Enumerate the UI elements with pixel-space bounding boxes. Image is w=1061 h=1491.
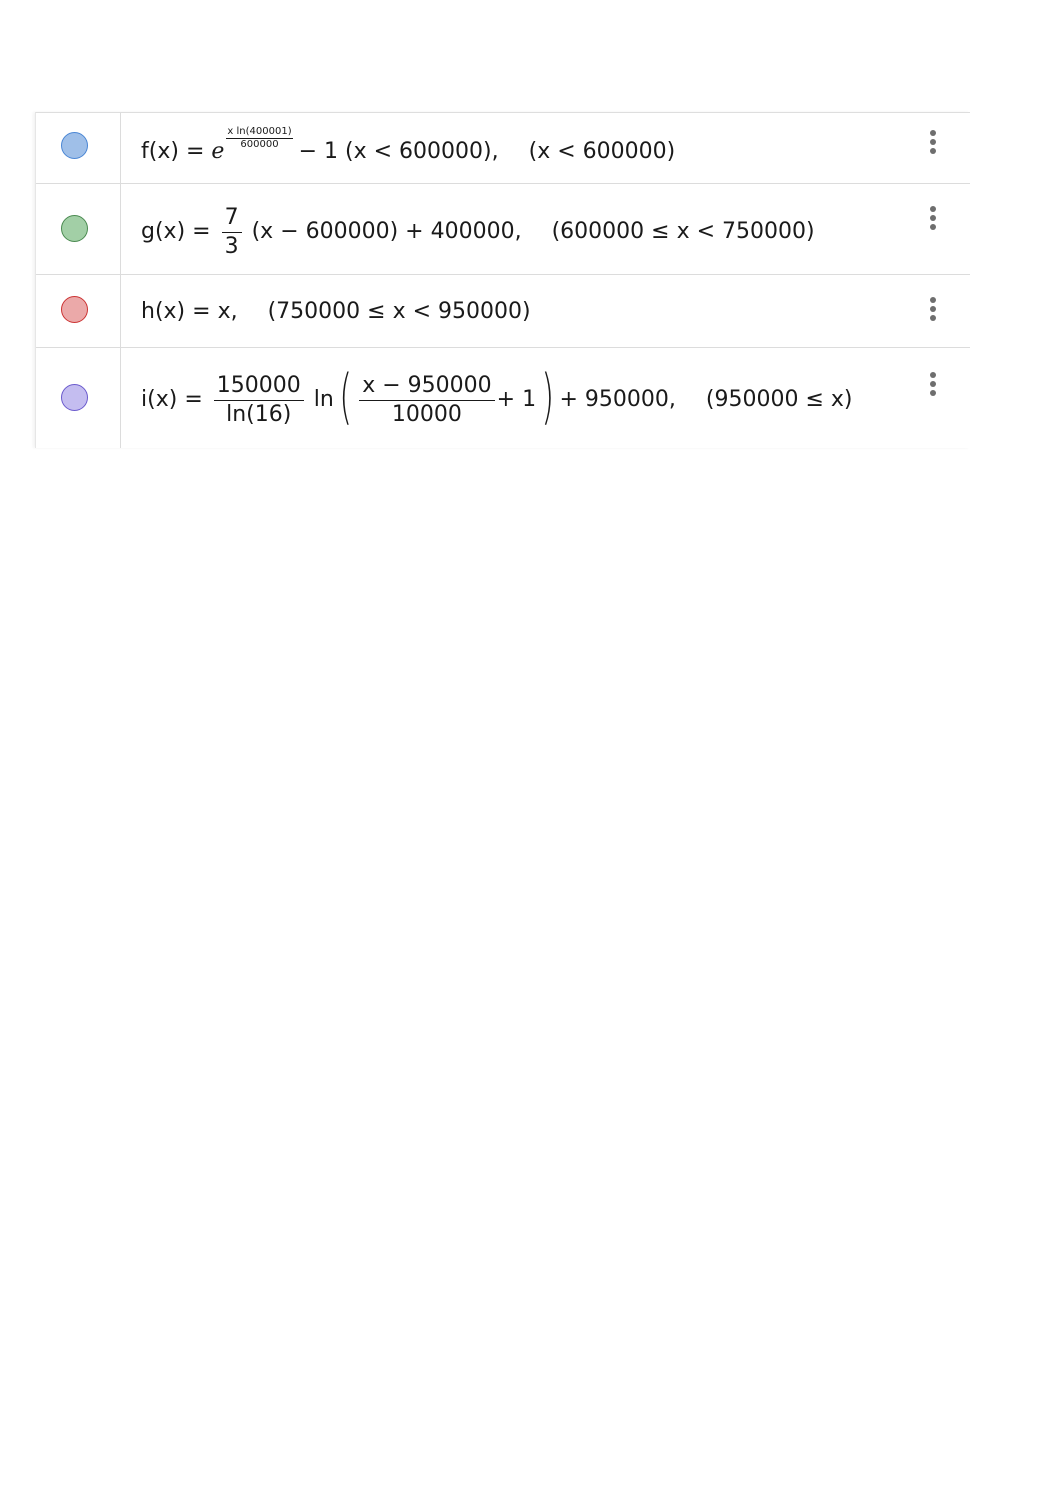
expression-tail-h: x,	[217, 299, 238, 324]
formula-h[interactable]: h(x) = x, (750000 ≤ x < 950000)	[141, 297, 531, 327]
expression-tail-i: + 950000,	[559, 387, 676, 412]
exponent-denominator: 600000	[240, 138, 279, 150]
more-vert-icon[interactable]	[926, 297, 940, 327]
right-paren: )	[541, 362, 555, 432]
algebra-row-i[interactable]: i(x) = 150000 ln(16) ln ( x − 950000 100…	[36, 348, 970, 448]
more-vert-icon[interactable]	[926, 130, 940, 160]
more-vert-icon[interactable]	[926, 206, 940, 236]
algebra-row-g[interactable]: g(x) = 7 3 (x − 600000) + 400000, (60000…	[36, 184, 970, 275]
exponent-fraction: x ln(400001) 600000	[226, 125, 293, 150]
algebra-row-h[interactable]: h(x) = x, (750000 ≤ x < 950000)	[36, 275, 970, 348]
visibility-toggle-g[interactable]	[61, 215, 88, 242]
visibility-toggle-f[interactable]	[61, 132, 88, 159]
condition-h: (750000 ≤ x < 950000)	[267, 299, 531, 324]
more-vert-icon[interactable]	[926, 372, 940, 402]
marble-column	[36, 275, 121, 347]
marble-column	[36, 348, 121, 448]
lhs-h: h(x)	[141, 299, 186, 324]
lhs-f: f(x)	[141, 139, 179, 164]
inner-numerator: x − 950000	[359, 374, 495, 401]
marble-column	[36, 184, 121, 274]
fraction-denominator: ln(16)	[226, 401, 292, 427]
inner-tail: + 1	[496, 387, 537, 412]
fraction-denominator: 3	[224, 233, 239, 259]
fraction-numerator: 150000	[213, 374, 304, 401]
algebra-row-f[interactable]: f(x) = e x ln(400001) 600000 − 1 (x < 60…	[36, 113, 970, 184]
expression-tail-f: − 1 (x < 600000),	[298, 139, 499, 164]
condition-g: (600000 ≤ x < 750000)	[551, 219, 815, 244]
inner-denominator: 10000	[391, 401, 462, 427]
expression-tail-g: (x − 600000) + 400000,	[251, 219, 522, 244]
equals-sign: =	[185, 139, 205, 164]
exponent-numerator: x ln(400001)	[226, 125, 293, 139]
e-base: e	[211, 139, 225, 164]
fraction-coefficient: 7 3	[221, 206, 242, 259]
condition-f: (x < 600000)	[528, 139, 676, 164]
ln-function: ln	[313, 387, 334, 412]
algebra-view: f(x) = e x ln(400001) 600000 − 1 (x < 60…	[35, 112, 970, 448]
marble-column	[36, 113, 121, 183]
lhs-i: i(x)	[141, 387, 178, 412]
condition-i: (950000 ≤ x)	[705, 387, 853, 412]
formula-i[interactable]: i(x) = 150000 ln(16) ln ( x − 950000 100…	[141, 362, 853, 432]
lhs-g: g(x)	[141, 219, 186, 244]
inner-fraction: x − 950000 10000	[359, 374, 495, 427]
formula-f[interactable]: f(x) = e x ln(400001) 600000 − 1 (x < 60…	[141, 126, 676, 167]
fraction-numerator: 7	[221, 206, 242, 233]
fraction-coefficient: 150000 ln(16)	[213, 374, 304, 427]
equals-sign: =	[192, 219, 211, 244]
left-paren: (	[339, 362, 352, 432]
visibility-toggle-h[interactable]	[61, 296, 88, 323]
visibility-toggle-i[interactable]	[61, 384, 88, 411]
equals-sign: =	[184, 387, 203, 412]
equals-sign: =	[192, 299, 211, 324]
formula-g[interactable]: g(x) = 7 3 (x − 600000) + 400000, (60000…	[141, 204, 815, 260]
